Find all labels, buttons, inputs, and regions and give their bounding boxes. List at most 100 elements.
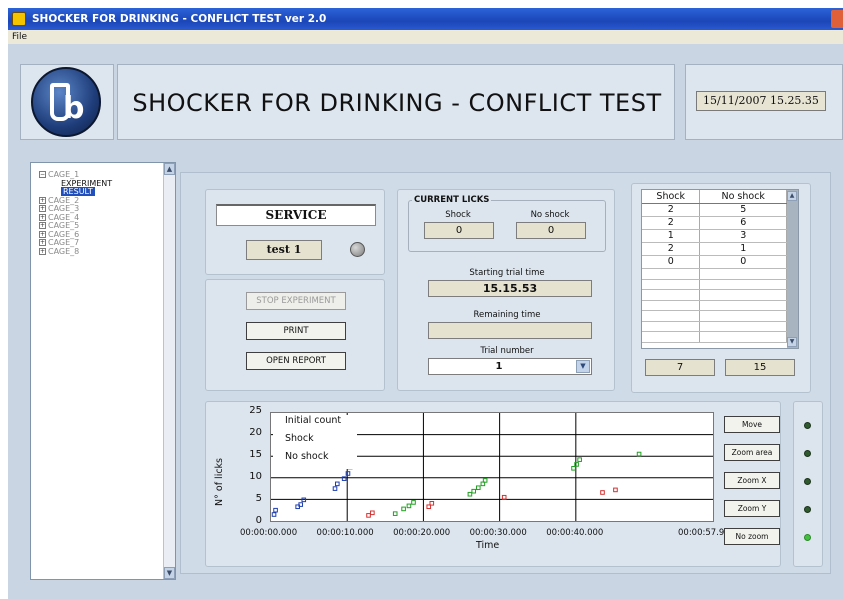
zoom-y-button[interactable]: Zoom Y bbox=[724, 500, 780, 517]
no-zoom-led-icon bbox=[804, 534, 811, 541]
service-title: SERVICE bbox=[216, 204, 376, 226]
zoom-area-button[interactable]: Zoom area bbox=[724, 444, 780, 461]
trial-number-select[interactable]: 1 ▼ bbox=[428, 358, 592, 375]
trial-number-label: Trial number bbox=[480, 346, 534, 356]
expand-icon[interactable]: + bbox=[39, 205, 46, 212]
table-cell: 2 bbox=[642, 203, 701, 217]
column-header-shock: Shock bbox=[642, 190, 701, 204]
cage-tree[interactable]: − CAGE_1 EXPERIMENT RESULT + CAGE_2 + CAGE_3… bbox=[30, 162, 176, 580]
x-axis-label: Time bbox=[476, 540, 500, 551]
tree-scrollbar[interactable]: ▲ ▼ bbox=[163, 163, 175, 579]
data-point-0 bbox=[271, 512, 277, 517]
window-title: SHOCKER FOR DRINKING - CONFLICT TEST ver… bbox=[32, 13, 327, 25]
y-tick-label: 20 bbox=[249, 427, 262, 438]
x-tick-label: 00:00:10.000 bbox=[316, 528, 374, 538]
data-point-2 bbox=[467, 491, 473, 497]
results-grid: Shock No shock 2526132100 bbox=[642, 190, 787, 343]
trial-number-value: 1 bbox=[495, 361, 503, 372]
table-cell: 6 bbox=[699, 216, 787, 230]
chart-group: N° of licks 25 20 15 10 5 0 Initial count Sho… bbox=[205, 401, 781, 567]
print-button[interactable]: PRINT bbox=[246, 322, 346, 340]
data-point-1 bbox=[366, 513, 371, 518]
table-row: 00 bbox=[642, 255, 787, 269]
start-time-value: 15.15.53 bbox=[428, 280, 592, 297]
y-tick-label: 10 bbox=[249, 471, 262, 482]
logo-text: b bbox=[63, 91, 85, 126]
menu-bar: File bbox=[8, 30, 843, 44]
y-tick-label: 0 bbox=[255, 515, 262, 526]
no-zoom-button[interactable]: No zoom bbox=[724, 528, 780, 545]
logo-panel: b bbox=[20, 64, 114, 140]
scroll-down-icon[interactable]: ▼ bbox=[164, 567, 175, 579]
table-row-empty bbox=[642, 289, 787, 301]
table-row: 13 bbox=[642, 229, 787, 243]
move-button[interactable]: Move bbox=[724, 416, 780, 433]
table-scrollbar[interactable]: ▲ ▼ bbox=[787, 190, 798, 348]
led-column bbox=[793, 401, 823, 567]
x-tick-label: 00:00:00.000 bbox=[240, 528, 298, 538]
table-row-empty bbox=[642, 268, 787, 280]
y-tick-label: 15 bbox=[249, 449, 262, 460]
data-point-2 bbox=[406, 503, 412, 509]
chevron-down-icon[interactable]: ▼ bbox=[576, 360, 590, 373]
table-row-empty bbox=[642, 331, 787, 343]
expand-icon[interactable]: + bbox=[39, 239, 46, 246]
x-tick-label: 00:00:40.000 bbox=[546, 528, 604, 538]
y-tick-label: 25 bbox=[249, 405, 262, 416]
table-cell: 2 bbox=[642, 242, 701, 256]
table-cell: 2 bbox=[642, 216, 701, 230]
data-point-2 bbox=[471, 488, 477, 494]
tree-node-cage[interactable]: + CAGE_8 bbox=[39, 247, 112, 257]
service-group: SERVICE test 1 bbox=[205, 189, 385, 275]
results-table: Shock No shock 2526132100 ▲ ▼ bbox=[641, 189, 799, 349]
close-button[interactable] bbox=[831, 10, 843, 28]
current-licks-title: CURRENT LICKS bbox=[412, 195, 492, 205]
scroll-up-icon[interactable]: ▲ bbox=[164, 163, 175, 175]
stop-experiment-button[interactable]: STOP EXPERIMENT bbox=[246, 292, 346, 310]
data-point-0 bbox=[332, 486, 338, 491]
page-title: SHOCKER FOR DRINKING - CONFLICT TEST bbox=[132, 89, 662, 117]
expand-icon[interactable]: + bbox=[39, 222, 46, 229]
title-bar: SHOCKER FOR DRINKING - CONFLICT TEST ver… bbox=[8, 8, 843, 30]
legend-no-shock: No shock bbox=[285, 451, 329, 462]
remaining-time-label: Remaining time bbox=[473, 310, 541, 320]
data-point-1 bbox=[613, 487, 618, 493]
expand-icon[interactable]: + bbox=[39, 230, 46, 238]
table-row: 25 bbox=[642, 203, 787, 217]
legend-initial-count: Initial count bbox=[285, 415, 342, 426]
open-report-button[interactable]: OPEN REPORT bbox=[246, 352, 346, 370]
expand-icon[interactable]: + bbox=[39, 213, 46, 221]
move-led-icon bbox=[804, 422, 811, 429]
table-cell: 0 bbox=[699, 255, 787, 269]
expand-icon[interactable]: + bbox=[39, 247, 46, 255]
total-shock: 7 bbox=[645, 359, 715, 376]
collapse-icon[interactable]: − bbox=[39, 171, 46, 178]
table-cell: 0 bbox=[642, 255, 701, 269]
datetime-display: 15/11/2007 15.25.35 bbox=[696, 91, 826, 111]
status-led-icon bbox=[350, 242, 365, 257]
x-tick-label: 00:00:30.000 bbox=[469, 528, 527, 538]
lick-chart[interactable]: Initial count Shock No shock bbox=[270, 412, 714, 522]
data-point-2 bbox=[636, 451, 642, 457]
table-row-empty bbox=[642, 321, 787, 332]
data-point-0 bbox=[273, 507, 278, 513]
table-cell: 1 bbox=[642, 229, 701, 243]
start-time-label: Starting trial time bbox=[469, 268, 545, 278]
data-point-2 bbox=[571, 465, 576, 471]
zoom-x-button[interactable]: Zoom X bbox=[724, 472, 780, 489]
column-header-no-shock: No shock bbox=[699, 190, 787, 204]
logo-icon: b bbox=[31, 67, 101, 137]
expand-icon[interactable]: + bbox=[39, 196, 46, 204]
remaining-time-value bbox=[428, 322, 592, 339]
data-point-2 bbox=[577, 457, 582, 462]
table-cell: 1 bbox=[699, 242, 787, 256]
menu-file[interactable]: File bbox=[12, 32, 27, 42]
table-row-empty bbox=[642, 310, 787, 322]
scroll-up-icon[interactable]: ▲ bbox=[787, 191, 797, 201]
data-point-2 bbox=[401, 506, 406, 512]
table-row-empty bbox=[642, 300, 787, 311]
data-point-0 bbox=[335, 481, 340, 487]
data-point-2 bbox=[475, 485, 481, 491]
x-tick-label: 00:00:20.000 bbox=[393, 528, 451, 538]
scroll-down-icon[interactable]: ▼ bbox=[787, 337, 797, 347]
